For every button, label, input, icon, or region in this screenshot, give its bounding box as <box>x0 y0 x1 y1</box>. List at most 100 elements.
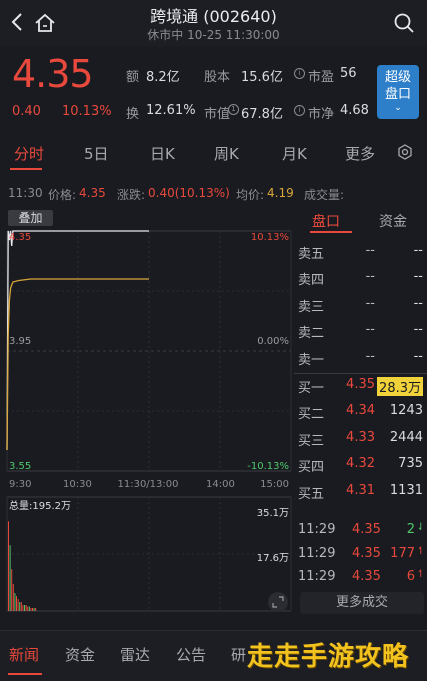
tab-capital[interactable]: 资金 <box>65 644 95 665</box>
info-price-label: 价格: <box>48 188 77 202</box>
trade-row: 11:29 4.35 6 ↿ <box>294 566 427 588</box>
search-icon[interactable] <box>393 12 415 34</box>
trade-time: 11:29 <box>298 569 336 584</box>
market-value-label: 市值 <box>204 107 231 122</box>
pct-axis-mid: 0.00% <box>257 336 289 347</box>
order-price: 4.33 <box>346 429 375 445</box>
tab-intraday[interactable]: 分时 <box>14 143 44 164</box>
trade-row: 11:29 4.35 177 ↿ <box>294 543 427 565</box>
active-tab-indicator <box>10 168 42 170</box>
tab-funds[interactable]: 资金 <box>379 211 407 231</box>
tab-radar[interactable]: 雷达 <box>120 644 150 665</box>
info-avg: 4.19 <box>267 186 294 200</box>
order-level-label: 卖一 <box>298 352 325 368</box>
order-level-label: 卖二 <box>298 326 325 342</box>
order-price: -- <box>365 348 375 364</box>
tab-announcements[interactable]: 公告 <box>176 644 206 665</box>
super-button-line1: 超级 <box>384 70 411 85</box>
order-price: -- <box>365 322 375 338</box>
volume-bar <box>12 584 14 611</box>
order-price: 4.34 <box>346 403 375 419</box>
top-header: 跨境通 (002640) 休市中 10-25 11:30:00 <box>0 0 427 46</box>
trade-volume: 177 <box>390 545 415 561</box>
order-volume: 1131 <box>389 482 423 498</box>
order-price: 4.35 <box>346 377 375 392</box>
volume-bar <box>14 593 16 611</box>
order-level-label: 卖三 <box>298 299 325 315</box>
trade-direction-icon: ⇃ <box>416 522 425 533</box>
price-axis-top: 4.35 <box>9 232 31 243</box>
order-level-label: 买一 <box>298 381 325 396</box>
chevron-down-icon: ⌄ <box>394 103 402 113</box>
info-volume-label: 成交量: <box>304 188 345 202</box>
tab-monthly-k[interactable]: 月K <box>282 143 307 164</box>
pe-label: 市盈 <box>308 70 335 85</box>
price-change: 0.40 <box>12 104 41 119</box>
turnover-label: 换 <box>126 107 140 122</box>
bid-row: 买四 4.32 735 <box>294 452 427 478</box>
info-icon[interactable]: i <box>294 105 305 116</box>
volume-bars <box>8 521 37 611</box>
market-status: 休市中 10-25 11:30:00 <box>147 28 280 42</box>
ask-row: 卖三 -- -- <box>294 292 427 318</box>
volume-bar <box>9 545 11 611</box>
volume-bar <box>33 608 35 611</box>
time-label: 15:00 <box>260 479 289 490</box>
volume-bar <box>8 521 9 611</box>
volume-axis-top: 35.1万 <box>257 508 289 519</box>
order-price: -- <box>365 295 375 311</box>
orderbook-divider <box>294 373 427 374</box>
info-price: 4.35 <box>79 186 106 200</box>
bid-row: 买三 4.33 2444 <box>294 426 427 452</box>
info-change: 0.40(10.13%) <box>148 186 230 200</box>
price-change-pct: 10.13% <box>62 104 112 119</box>
pb-label: 市净 <box>308 107 335 122</box>
order-level-label: 买二 <box>298 407 325 423</box>
trade-price: 4.35 <box>352 569 381 584</box>
current-price: 4.35 <box>12 52 94 96</box>
tab-weekly-k[interactable]: 周K <box>214 143 239 164</box>
amount-value: 8.2亿 <box>146 70 180 85</box>
pe-value: 56 <box>340 66 357 81</box>
tab-orderbook[interactable]: 盘口 <box>312 211 340 231</box>
quote-panel: 4.35 0.40 10.13% 额 8.2亿 换 12.61% 股本 15.6… <box>0 46 427 132</box>
tab-daily-k[interactable]: 日K <box>150 143 175 164</box>
shares-label: 股本 <box>204 70 231 85</box>
volume-bar <box>17 599 19 611</box>
trade-direction-icon: ↿ <box>416 545 425 557</box>
ask-row: 卖五 -- -- <box>294 239 427 265</box>
order-level-label: 卖四 <box>298 273 325 289</box>
info-icon[interactable]: i <box>294 68 305 79</box>
info-avg-label: 均价: <box>236 188 265 202</box>
period-tabs: 分时 5日 日K 周K 月K 更多 <box>0 132 427 172</box>
tab-5day[interactable]: 5日 <box>84 143 109 164</box>
volume-bar <box>20 602 22 611</box>
tab-research[interactable]: 研 <box>231 644 246 665</box>
gear-icon[interactable] <box>397 144 413 160</box>
more-trades-button[interactable]: 更多成交 <box>300 592 424 614</box>
stock-title: 跨境通 (002640) <box>150 7 277 26</box>
order-volume: -- <box>413 295 423 311</box>
intraday-chart[interactable]: 4.35 3.95 3.55 10.13% 0.00% -10.13% 9:30… <box>0 206 294 616</box>
pct-axis-top: 10.13% <box>251 232 289 243</box>
tab-more[interactable]: 更多 <box>345 143 375 164</box>
trade-time: 11:29 <box>298 522 336 537</box>
bid-row: 买二 4.34 1243 <box>294 399 427 425</box>
volume-bar <box>35 608 37 611</box>
trade-volume: 2 <box>406 522 415 537</box>
volume-bar <box>22 605 24 611</box>
bid-row: 买一 4.35 28.3万 <box>294 373 427 399</box>
volume-bar <box>28 606 30 611</box>
super-orderbook-button[interactable]: 超级 盘口 ⌄ <box>377 65 419 119</box>
order-price: -- <box>365 269 375 285</box>
orderbook-tabs: 盘口 资金 <box>294 206 427 234</box>
ask-row: 卖一 -- -- <box>294 345 427 371</box>
tab-news[interactable]: 新闻 <box>9 644 39 665</box>
expand-icon[interactable] <box>268 592 288 612</box>
ask-row: 卖二 -- -- <box>294 318 427 344</box>
market-value-badge: 1 <box>228 104 239 115</box>
overlay-button[interactable]: 叠加 <box>8 210 53 226</box>
total-volume-label: 总量:195.2万 <box>9 499 71 512</box>
order-volume: -- <box>413 243 423 258</box>
order-level-label: 买四 <box>298 460 325 476</box>
